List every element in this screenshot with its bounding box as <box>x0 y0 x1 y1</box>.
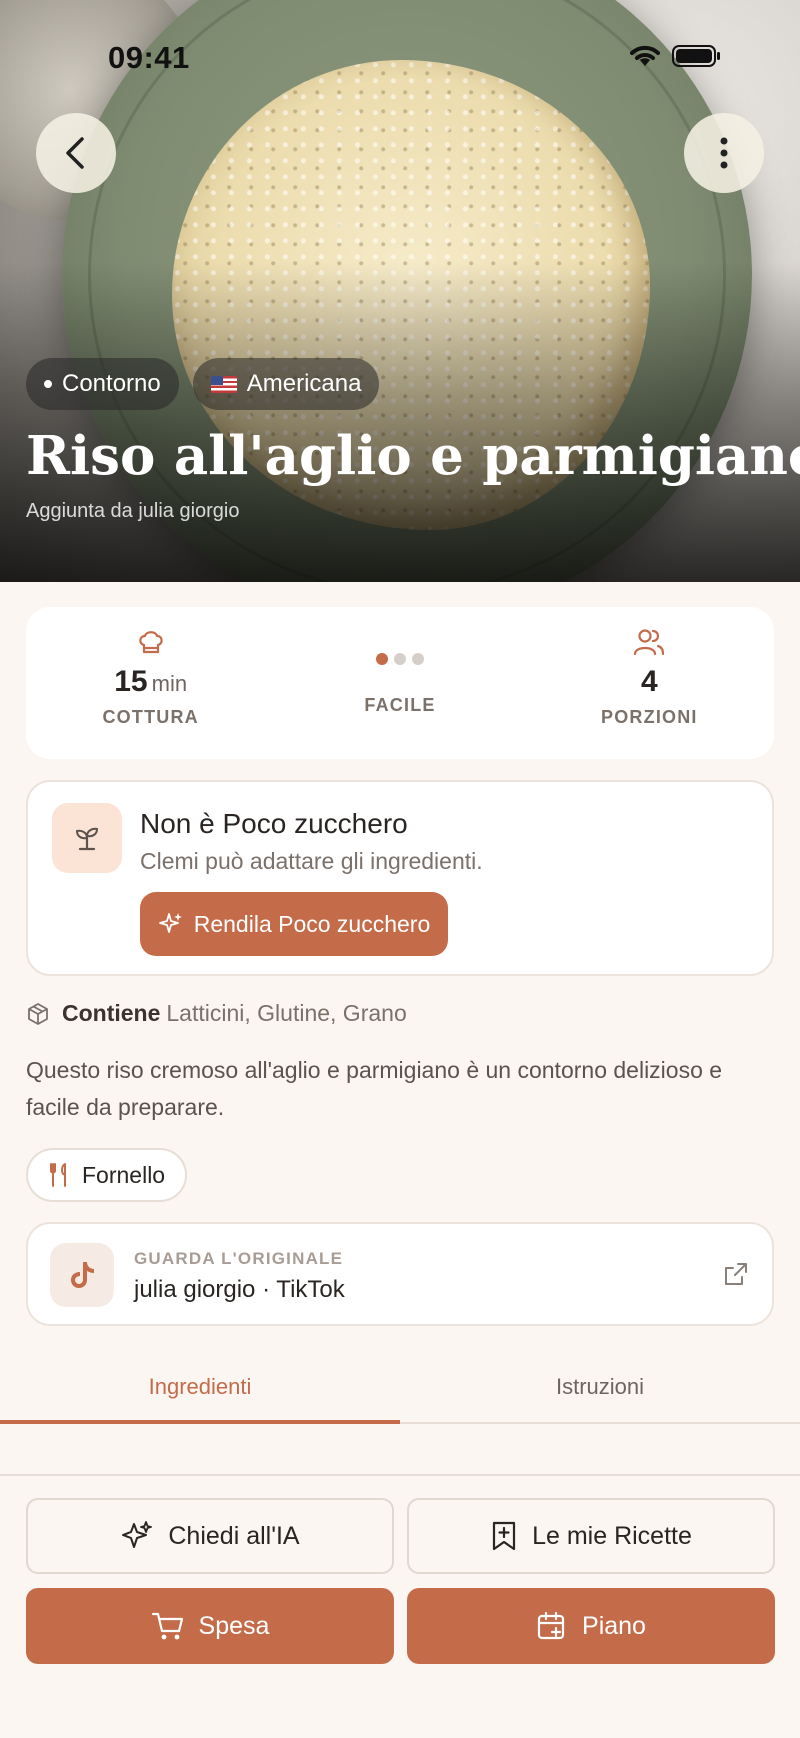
allergens-row: Contiene Latticini, Glutine, Grano <box>26 1000 407 1027</box>
equipment-chip[interactable]: Fornello <box>26 1148 188 1202</box>
chef-hat-icon <box>138 631 163 654</box>
adapt-description: Clemi può adattare gli ingredienti. <box>140 848 483 874</box>
difficulty-label: FACILE <box>364 695 436 715</box>
tiktok-icon <box>71 1262 94 1288</box>
status-icons <box>628 44 722 68</box>
utensils-icon <box>50 1163 66 1187</box>
external-link-icon <box>725 1263 747 1285</box>
plan-label: Piano <box>582 1611 646 1640</box>
package-icon <box>28 1002 48 1025</box>
servings-label: PORZIONI <box>601 707 698 727</box>
stats-card: 15 min COTTURA FACILE 4 PORZIONI <box>26 607 774 759</box>
ask-ai-label: Chiedi all'IA <box>168 1521 300 1550</box>
cook-time-label: COTTURA <box>102 707 199 727</box>
make-low-sugar-button[interactable]: Rendila Poco zucchero <box>140 892 448 956</box>
back-button[interactable] <box>36 113 116 193</box>
sprout-badge <box>52 803 122 873</box>
status-time: 09:41 <box>108 40 190 75</box>
cook-time-unit: min <box>151 671 188 696</box>
ask-ai-button[interactable]: Chiedi all'IA <box>26 1498 394 1574</box>
bottom-action-bar: Chiedi all'IA Le mie Ricette Spesa Piano <box>0 1474 800 1738</box>
battery-icon <box>672 45 720 67</box>
sparkles-icon <box>122 1521 153 1548</box>
bookmark-plus-icon <box>492 1521 516 1551</box>
tag-category[interactable]: Contorno <box>26 358 179 410</box>
us-flag-icon <box>210 375 237 393</box>
tag-label: Contorno <box>62 370 161 397</box>
recipe-author: Aggiunta da julia giorgio <box>26 500 240 522</box>
original-source-card[interactable]: GUARDA L'ORIGINALE julia giorgio · TikTo… <box>26 1222 774 1326</box>
diet-adapt-card: Non è Poco zucchero Clemi può adattare g… <box>26 780 774 976</box>
stat-servings: 4 PORZIONI <box>525 607 774 759</box>
recipe-tabs: Ingredienti Istruzioni <box>0 1362 800 1424</box>
recipe-tags: Contorno Americana <box>26 358 380 410</box>
source-kicker: GUARDA L'ORIGINALE <box>134 1249 344 1268</box>
sparkles-icon <box>158 913 182 933</box>
source-name: julia giorgio · TikTok <box>134 1276 345 1303</box>
hero-gradient <box>0 0 800 582</box>
make-low-sugar-label: Rendila Poco zucchero <box>193 910 431 937</box>
wifi-icon <box>630 45 660 66</box>
hero-image <box>0 0 800 582</box>
tab-instructions[interactable]: Istruzioni <box>400 1362 800 1422</box>
recipe-description: Questo riso cremoso all'aglio e parmigia… <box>26 1057 723 1120</box>
chevron-left-icon <box>66 137 84 169</box>
difficulty-indicator <box>375 653 424 665</box>
users-icon <box>634 629 665 656</box>
bullet-icon <box>44 380 52 388</box>
stat-difficulty: FACILE <box>275 607 524 759</box>
shopping-label: Spesa <box>198 1611 270 1640</box>
my-recipes-label: Le mie Ricette <box>532 1521 692 1550</box>
my-recipes-button[interactable]: Le mie Ricette <box>407 1498 775 1574</box>
allergens-label: Contiene <box>62 1000 161 1026</box>
more-vertical-icon <box>720 137 728 169</box>
tag-cuisine[interactable]: Americana <box>192 358 380 410</box>
stat-cook-time: 15 min COTTURA <box>26 607 275 759</box>
cart-icon <box>151 1612 183 1640</box>
recipe-title: Riso all'aglio e parmigiano <box>26 425 800 487</box>
adapt-title: Non è Poco zucchero <box>140 808 408 839</box>
equipment-label: Fornello <box>82 1161 166 1188</box>
plan-button[interactable]: Piano <box>407 1588 775 1664</box>
cook-time-value: 15 <box>114 665 148 698</box>
tag-label: Americana <box>246 370 362 397</box>
servings-value: 4 <box>640 665 658 698</box>
shopping-button[interactable]: Spesa <box>26 1588 394 1664</box>
allergens-list: Latticini, Glutine, Grano <box>166 1000 407 1026</box>
sprout-icon <box>75 827 99 851</box>
calendar-plus-icon <box>537 1611 565 1640</box>
tab-ingredients[interactable]: Ingredienti <box>0 1362 400 1424</box>
more-options-button[interactable] <box>684 113 764 193</box>
tiktok-badge <box>50 1243 114 1307</box>
